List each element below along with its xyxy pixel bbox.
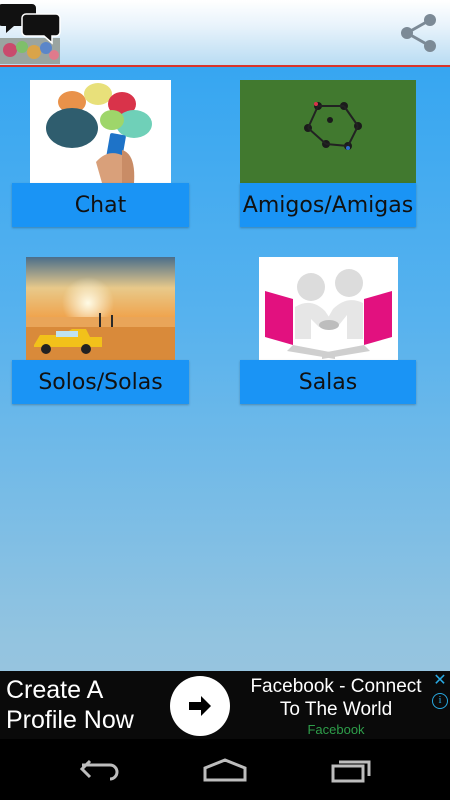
info-icon[interactable]: i [432, 693, 448, 709]
ad-title-line1: Facebook - Connect [250, 676, 422, 697]
ad-left-line2: Profile Now [6, 706, 134, 734]
tile-amigos-button[interactable]: Amigos/Amigas [240, 183, 416, 227]
close-icon[interactable]: ✕ [432, 672, 448, 688]
tile-solos-label: Solos/Solas [38, 369, 163, 395]
chat-bubbles-logo-icon [0, 0, 62, 66]
back-button[interactable] [70, 749, 130, 791]
ad-left-text: Create A Profile Now [6, 675, 166, 735]
tile-chat-label: Chat [74, 192, 127, 218]
ad-source: Facebook [307, 722, 365, 737]
recents-icon [331, 760, 371, 783]
tile-amigos-label: Amigos/Amigas [242, 192, 414, 218]
system-nav-bar [0, 739, 450, 800]
amigos-image[interactable] [240, 80, 416, 183]
ad-title-block[interactable]: Facebook - Connect To The World Facebook [236, 675, 436, 737]
salas-image[interactable] [259, 257, 398, 360]
chat-image[interactable] [30, 80, 171, 183]
share-button[interactable] [396, 10, 442, 56]
tile-salas-button[interactable]: Salas [240, 360, 416, 404]
solos-image[interactable] [26, 257, 175, 360]
app-bar [0, 0, 450, 67]
tile-salas-label: Salas [298, 369, 358, 395]
ad-title-line2: To The World [279, 699, 393, 720]
ad-banner[interactable]: Create A Profile Now Facebook - Connect … [0, 671, 450, 739]
back-icon [79, 759, 119, 781]
recents-button[interactable] [321, 749, 381, 791]
tile-chat-button[interactable]: Chat [12, 183, 189, 227]
arrow-right-icon [189, 696, 211, 716]
share-icon [401, 14, 436, 52]
home-button[interactable] [195, 749, 255, 791]
ad-left-line1: Create A [6, 676, 104, 704]
ad-arrow-button[interactable] [170, 676, 230, 736]
home-icon [203, 758, 247, 782]
tile-solos-button[interactable]: Solos/Solas [12, 360, 189, 404]
